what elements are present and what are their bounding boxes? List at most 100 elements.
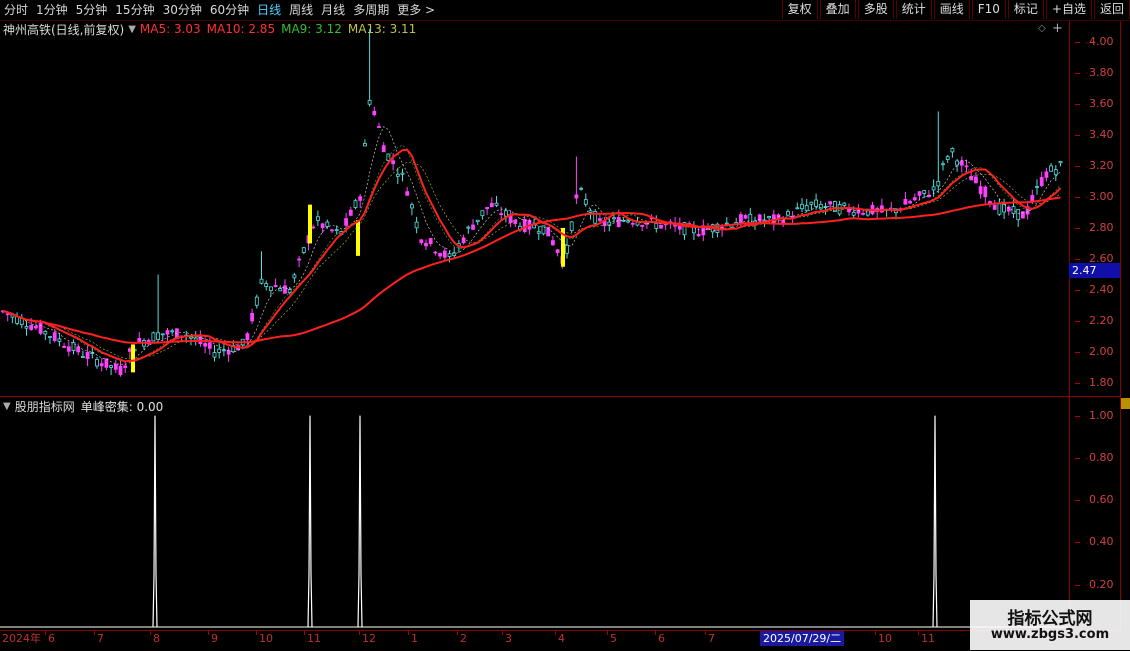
tab-multi-period[interactable]: 多周期 [349,0,393,20]
candle-body [320,223,325,229]
indicator-tick-label: 0.60 [1089,493,1114,507]
back-button[interactable]: 返回 [1093,0,1130,19]
candle-body [193,337,198,341]
candle-body [1044,171,1049,178]
indicator-tick [1075,500,1080,502]
candle-body [640,224,645,227]
candle-body [800,203,804,210]
time-axis-tick [655,631,656,635]
candle-body [76,346,81,353]
candle-body [522,219,527,232]
indicator-spike [307,415,313,628]
time-axis-tick [256,631,257,635]
time-axis-tick [607,631,608,635]
tab-more[interactable]: 更多 > [393,0,439,20]
time-axis-label: 7 [708,632,715,645]
tab-15min[interactable]: 15分钟 [111,0,158,20]
tab-60min[interactable]: 60分钟 [206,0,253,20]
indicator-tick-label: 0.40 [1089,535,1114,549]
indicator-spike [152,415,158,628]
price-tick-label: 1.80 [1089,376,1114,390]
candle-body [165,330,170,335]
candle-body [377,126,381,128]
candle-body [442,250,447,258]
overlay-button[interactable]: 叠加 [819,0,856,19]
candle-body [358,196,363,201]
time-axis-tick [555,631,556,635]
time-axis-label: 6 [658,632,665,645]
tab-30min[interactable]: 30分钟 [159,0,206,20]
candle-body [983,186,988,198]
time-axis-tick [408,631,409,635]
candle-body [156,332,161,340]
candle-body [414,221,419,229]
candle-body [273,284,278,287]
candle-body [292,274,297,279]
candle-body [160,333,165,336]
candle-body [583,199,588,205]
mark-button[interactable]: 标记 [1007,0,1044,19]
watermark: 指标公式网 www.zbgs3.com [970,600,1130,650]
price-tick [1075,383,1080,385]
candle-body [334,229,339,232]
add-watchlist-button[interactable]: +自选 [1045,0,1092,19]
restore-rights-button[interactable]: 复权 [781,0,818,19]
price-tick-label: 2.40 [1089,283,1114,297]
pane-divider [0,396,1121,397]
candle-body [724,222,729,225]
time-axis-label: 1 [411,632,418,645]
tab-weekly[interactable]: 周线 [285,0,317,20]
candle-body [739,214,743,224]
time-axis-tick [304,631,305,635]
candle-body [311,226,316,229]
candle-body [405,191,410,196]
tab-daily[interactable]: 日线 [253,0,285,20]
indicator-tick-label: 1.00 [1089,408,1114,422]
statistics-button[interactable]: 统计 [895,0,932,19]
time-axis-label: 10 [259,632,273,645]
multi-stock-button[interactable]: 多股 [857,0,894,19]
candle-body [978,186,983,195]
tab-fenshi[interactable]: 分时 [0,0,32,20]
f10-button[interactable]: F10 [971,0,1006,19]
candle-body [104,358,109,368]
candle-body [203,343,208,347]
tab-5min[interactable]: 5分钟 [72,0,112,20]
chevron-down-icon[interactable]: ▼ [3,401,11,412]
candle-body [513,219,518,224]
candle-body [409,204,414,209]
candle-body [315,216,320,221]
candle-body [659,224,663,229]
candle-body [38,322,43,334]
candle-body [917,191,922,196]
time-axis-tick [45,631,46,635]
right-side-strip[interactable] [1121,21,1130,631]
tab-1min[interactable]: 1分钟 [32,0,72,20]
candle-body [353,200,358,208]
candle-body [386,153,391,161]
candle-body [372,110,377,116]
price-tick [1075,290,1080,292]
draw-line-button[interactable]: 画线 [933,0,970,19]
candle-body [419,239,424,244]
time-axis-tick [94,631,95,635]
candle-body [964,165,969,168]
ma5-line [2,126,1061,365]
period-toolbar: 分时 1分钟 5分钟 15分钟 30分钟 60分钟 日线 周线 月线 多周期 更… [0,0,1130,21]
indicator-name: 股朋指标网 [14,399,75,414]
candle-body [912,197,917,201]
candle-body [85,351,90,359]
candle-body [297,258,302,261]
period-tabs: 分时 1分钟 5分钟 15分钟 30分钟 60分钟 日线 周线 月线 多周期 更… [0,0,439,20]
candlestick-chart[interactable] [0,21,1070,651]
candle-body [428,238,433,245]
candle-body [941,163,945,166]
candle-body [438,253,443,257]
ma13-line [2,161,1061,359]
candle-body [348,209,353,216]
tab-monthly[interactable]: 月线 [317,0,349,20]
candle-body [945,156,950,160]
ma-lines-group [2,126,1062,365]
candle-body [330,229,334,232]
time-axis-label: 5 [610,632,617,645]
